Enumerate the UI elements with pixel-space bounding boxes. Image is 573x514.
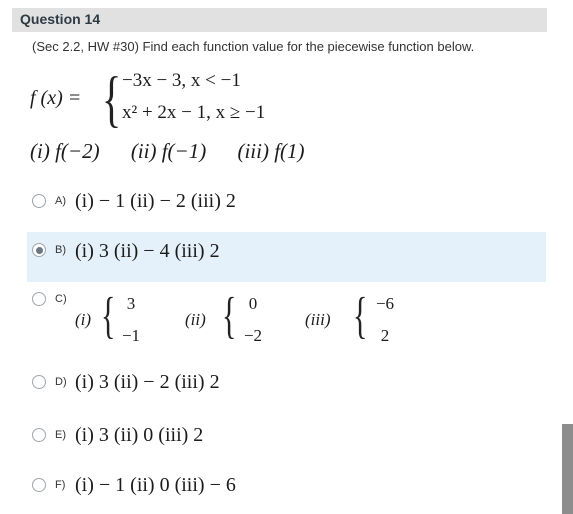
option-c-i-bottom: −1 — [121, 326, 141, 345]
scrollbar-thumb[interactable] — [562, 424, 573, 514]
answer-option-b[interactable]: B) (i) 3 (ii) − 4 (iii) 2 — [27, 232, 546, 282]
option-text: (i) 3 (ii) − 2 (iii) 2 — [75, 371, 220, 393]
option-c-ii-top: 0 — [248, 294, 258, 313]
part-ii: (ii) f(−1) — [130, 139, 207, 163]
answer-option-e[interactable]: E) (i) 3 (ii) 0 (iii) 2 — [27, 421, 546, 455]
part-i: (i) f(−2) — [30, 139, 100, 163]
option-text: (i) 3 (ii) 0 (iii) 2 — [75, 424, 204, 446]
radio-button-c[interactable] — [32, 292, 46, 306]
option-label: C) — [55, 293, 67, 305]
radio-button-b[interactable] — [32, 243, 46, 257]
option-text: (i) − 1 (ii) − 2 (iii) 2 — [75, 190, 236, 212]
radio-button-a[interactable] — [32, 194, 46, 208]
radio-button-f[interactable] — [32, 478, 46, 492]
radio-button-e[interactable] — [32, 428, 46, 442]
option-label: B) — [55, 244, 66, 256]
option-c-i-top: 3 — [126, 294, 136, 313]
option-c-iii-top: −6 — [375, 294, 395, 313]
option-c-part-i: (i) — [75, 310, 92, 329]
option-label: A) — [55, 195, 66, 207]
radio-button-d[interactable] — [32, 375, 46, 389]
answer-option-a[interactable]: A) (i) − 1 (ii) − 2 (iii) 2 — [27, 184, 546, 220]
question-header: Question 14 — [12, 8, 547, 32]
answer-option-d[interactable]: D) (i) 3 (ii) − 2 (iii) 2 — [27, 368, 546, 402]
piecewise-function: f (x) = { −3x − 3, x < −1 x² + 2x − 1, x… — [30, 64, 350, 134]
function-piece-1: −3x − 3, x < −1 — [122, 70, 241, 91]
option-c-iii-bottom: 2 — [380, 326, 390, 345]
part-iii: (iii) f(1) — [237, 139, 305, 163]
left-brace-icon: { — [353, 288, 368, 345]
function-parts: (i) f(−2) (ii) f(−1) (iii) f(1) — [30, 139, 305, 164]
option-text: (i) 3 (ii) − 4 (iii) 2 — [75, 240, 220, 262]
function-lhs: f (x) = — [30, 87, 82, 109]
function-piece-2: x² + 2x − 1, x ≥ −1 — [122, 102, 266, 123]
option-text: (i) − 1 (ii) 0 (iii) − 6 — [75, 474, 236, 496]
option-c-part-iii: (iii) — [305, 310, 331, 329]
option-c-ii-bottom: −2 — [243, 326, 263, 345]
answer-option-f[interactable]: F) (i) − 1 (ii) 0 (iii) − 6 — [27, 471, 546, 505]
option-c-part-ii: (ii) — [185, 310, 206, 329]
option-label: D) — [55, 376, 67, 388]
left-brace-icon: { — [222, 288, 237, 345]
left-brace-icon: { — [101, 288, 116, 345]
left-brace-icon: { — [102, 63, 122, 134]
answer-option-c[interactable]: C) (i) { 3 −1 (ii) { 0 −2 (iii) { −6 2 — [27, 288, 546, 358]
option-label: F) — [55, 479, 66, 491]
question-prompt: (Sec 2.2, HW #30) Find each function val… — [32, 39, 475, 54]
question-title: Question 14 — [20, 11, 101, 27]
option-label: E) — [55, 429, 66, 441]
